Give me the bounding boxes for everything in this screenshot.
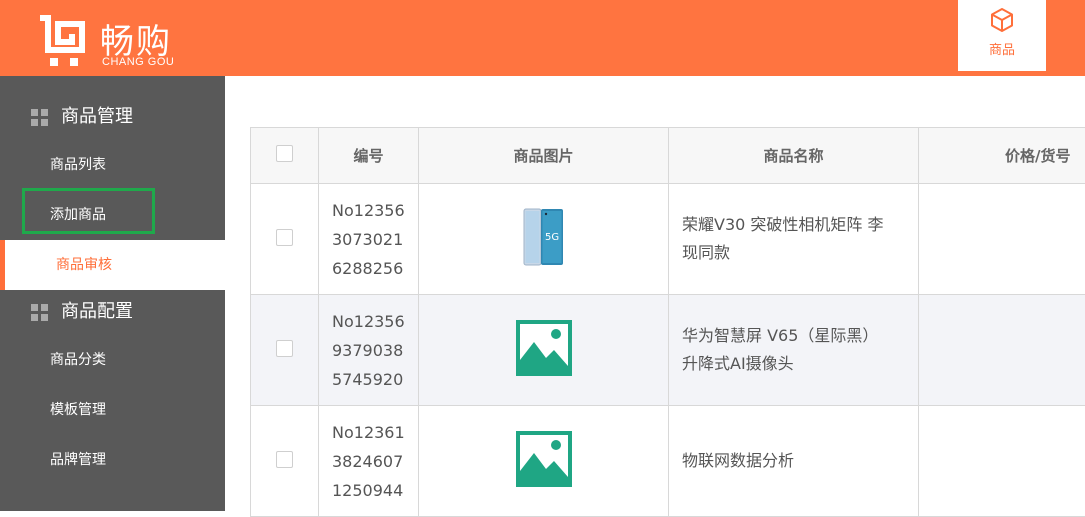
select-all-checkbox[interactable]	[276, 145, 293, 162]
active-indicator	[0, 240, 5, 290]
goods-image-cell: 5G	[419, 184, 669, 295]
row-checkbox-cell	[251, 184, 319, 295]
row-checkbox[interactable]	[276, 340, 293, 357]
header-checkbox-cell	[251, 128, 319, 184]
goods-table: 编号 商品图片 商品名称 价格/货号 No12356 3073021 62882…	[250, 127, 1085, 517]
goods-id: No12356 3073021 6288256	[319, 184, 419, 295]
goods-id-line: 3073021	[332, 225, 418, 254]
goods-id-line: No12361	[332, 418, 418, 447]
goods-id-line: No12356	[332, 307, 418, 336]
goods-image-cell	[419, 295, 669, 406]
goods-price	[919, 184, 1085, 295]
placeholder-image[interactable]	[516, 320, 572, 376]
sidebar-item-templates[interactable]: 模板管理	[0, 385, 225, 435]
sidebar-group-label: 商品管理	[61, 92, 133, 142]
box-icon	[989, 7, 1015, 33]
goods-name: 物联网数据分析	[669, 406, 919, 517]
table-header-row: 编号 商品图片 商品名称 价格/货号	[251, 128, 1085, 184]
sidebar-item-label: 商品审核	[56, 240, 112, 290]
goods-id-line: 6288256	[332, 254, 418, 283]
goods-id-line: No12356	[332, 196, 418, 225]
header-id: 编号	[319, 128, 419, 184]
goods-id: No12356 9379038 5745920	[319, 295, 419, 406]
placeholder-image[interactable]	[516, 431, 572, 487]
row-checkbox[interactable]	[276, 451, 293, 468]
goods-name: 华为智慧屏 V65（星际黑） 升降式AI摄像头	[669, 295, 919, 406]
sidebar-group-label: 商品配置	[61, 287, 133, 337]
goods-id-line: 9379038	[332, 336, 418, 365]
goods-price	[919, 406, 1085, 517]
header-name: 商品名称	[669, 128, 919, 184]
grid-icon	[31, 109, 48, 126]
goods-id-line: 5745920	[332, 365, 418, 394]
table-row[interactable]: No12356 3073021 6288256 5G 荣耀V30 突破	[251, 184, 1085, 295]
goods-id-line: 1250944	[332, 476, 418, 505]
row-checkbox-cell	[251, 295, 319, 406]
sidebar-group-goods-config[interactable]: 商品配置	[0, 287, 225, 337]
grid-icon	[31, 304, 48, 321]
sidebar-item-categories[interactable]: 商品分类	[0, 335, 225, 385]
brand-logo[interactable]: 畅购 CHANG GOU	[38, 12, 188, 72]
row-checkbox[interactable]	[276, 229, 293, 246]
svg-text:5G: 5G	[545, 232, 559, 243]
sidebar-item-label: 模板管理	[50, 385, 106, 435]
sidebar-item-goods-list[interactable]: 商品列表	[0, 140, 225, 190]
header-image: 商品图片	[419, 128, 669, 184]
tab-goods-label: 商品	[958, 39, 1046, 58]
sidebar-group-goods-management[interactable]: 商品管理	[0, 92, 225, 142]
goods-id-line: 3824607	[332, 447, 418, 476]
goods-name-line: 升降式AI摄像头	[682, 350, 908, 378]
phone-image[interactable]: 5G	[522, 208, 566, 266]
row-checkbox-cell	[251, 406, 319, 517]
cart-logo-icon	[38, 12, 96, 70]
goods-name-line: 现同款	[682, 239, 908, 267]
goods-image-cell	[419, 406, 669, 517]
goods-name-line: 荣耀V30 突破性相机矩阵 李	[682, 211, 908, 239]
goods-name: 荣耀V30 突破性相机矩阵 李 现同款	[669, 184, 919, 295]
goods-name-line: 物联网数据分析	[682, 447, 908, 475]
main-content: 编号 商品图片 商品名称 价格/货号 No12356 3073021 62882…	[225, 76, 1085, 511]
highlight-box	[22, 188, 155, 234]
sidebar-item-goods-review[interactable]: 商品审核	[0, 240, 225, 290]
table-row[interactable]: No12356 9379038 5745920 华为智慧屏 V65（星际黑） 升…	[251, 295, 1085, 406]
sidebar-item-brands[interactable]: 品牌管理	[0, 435, 225, 485]
goods-id: No12361 3824607 1250944	[319, 406, 419, 517]
sidebar-item-label: 商品列表	[50, 140, 106, 190]
sidebar: 商品管理 商品列表 添加商品 商品审核 商品配置 商品分类 模板管理 品牌管理	[0, 76, 225, 511]
table-row[interactable]: No12361 3824607 1250944 物联网数据分析	[251, 406, 1085, 517]
top-bar: 畅购 CHANG GOU 商品	[0, 0, 1085, 76]
sidebar-item-label: 品牌管理	[50, 435, 106, 485]
goods-name-line: 华为智慧屏 V65（星际黑）	[682, 322, 908, 350]
goods-price	[919, 295, 1085, 406]
tab-goods[interactable]: 商品	[958, 0, 1046, 71]
brand-subtitle: CHANG GOU	[102, 56, 174, 68]
header-price: 价格/货号	[919, 128, 1085, 184]
sidebar-item-label: 商品分类	[50, 335, 106, 385]
